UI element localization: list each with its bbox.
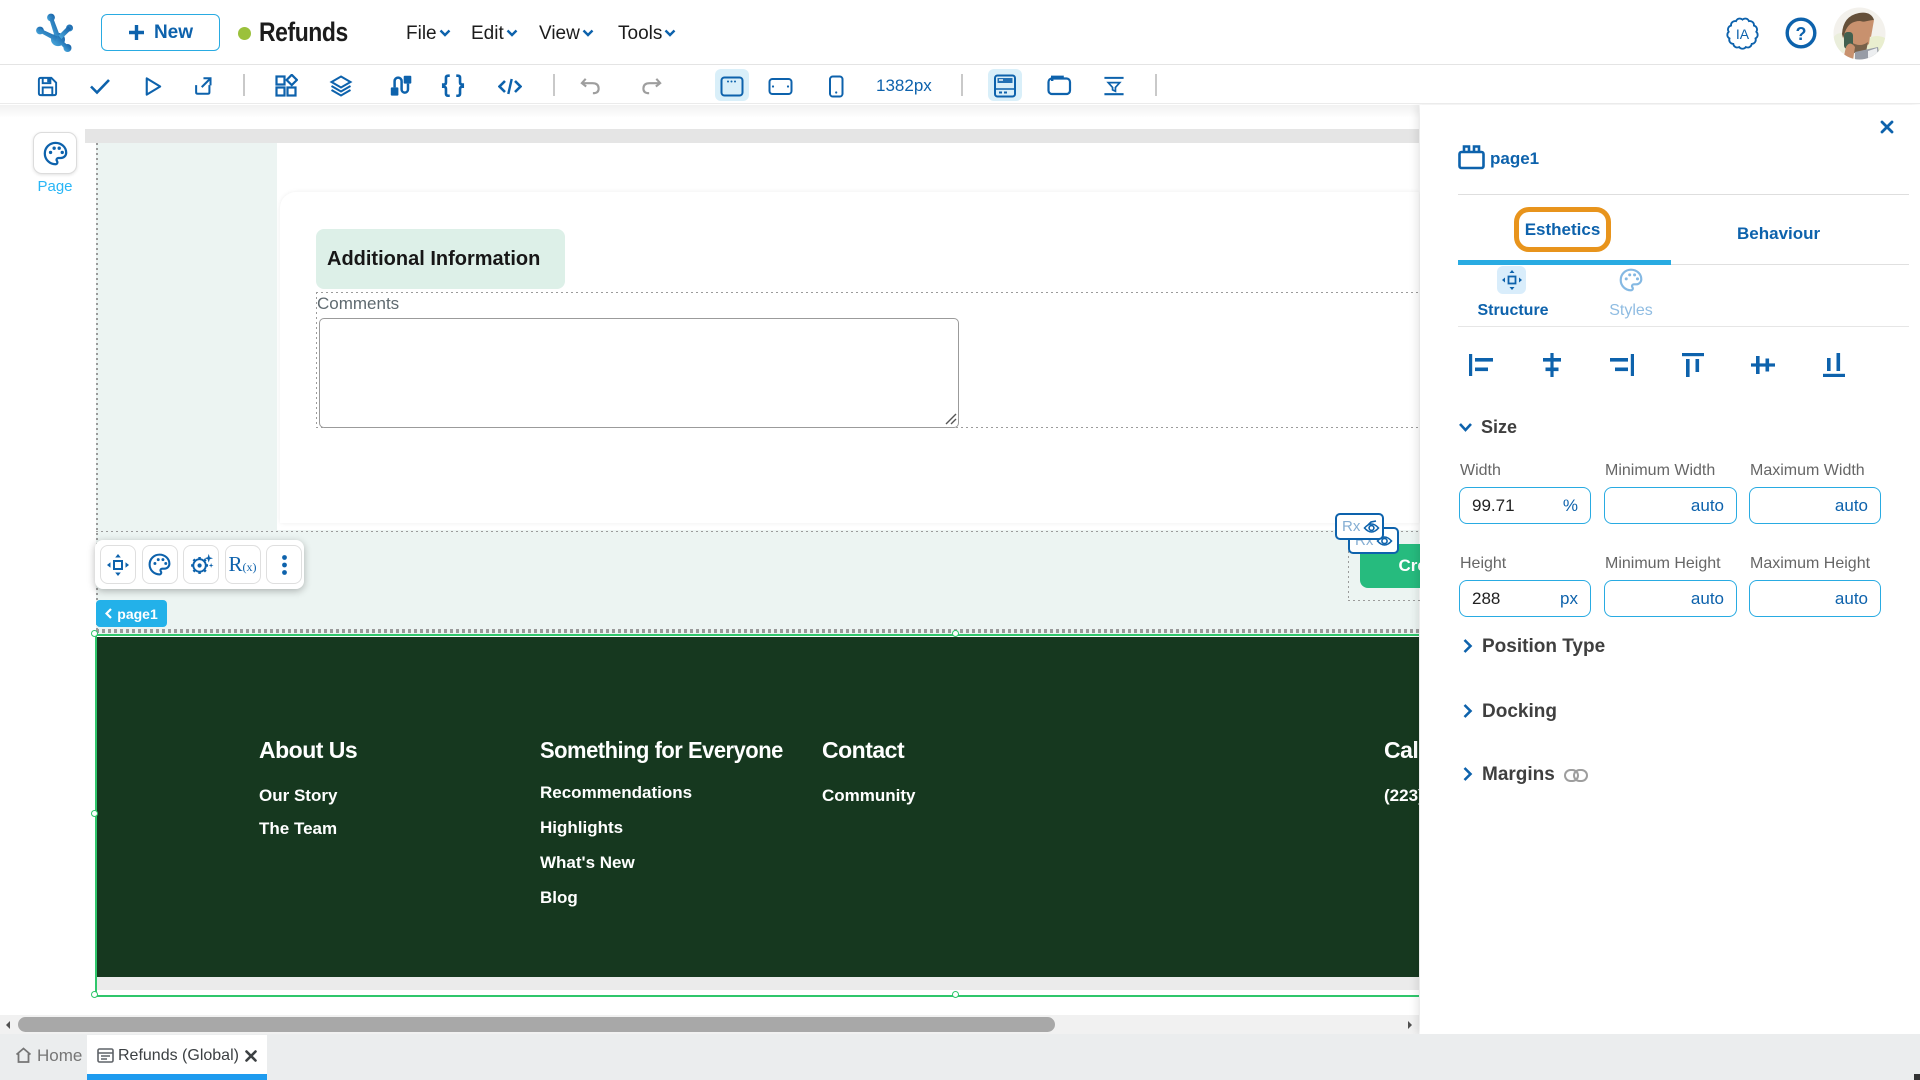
svg-text:IA: IA: [1736, 26, 1750, 42]
svg-text:?: ?: [1796, 24, 1807, 44]
